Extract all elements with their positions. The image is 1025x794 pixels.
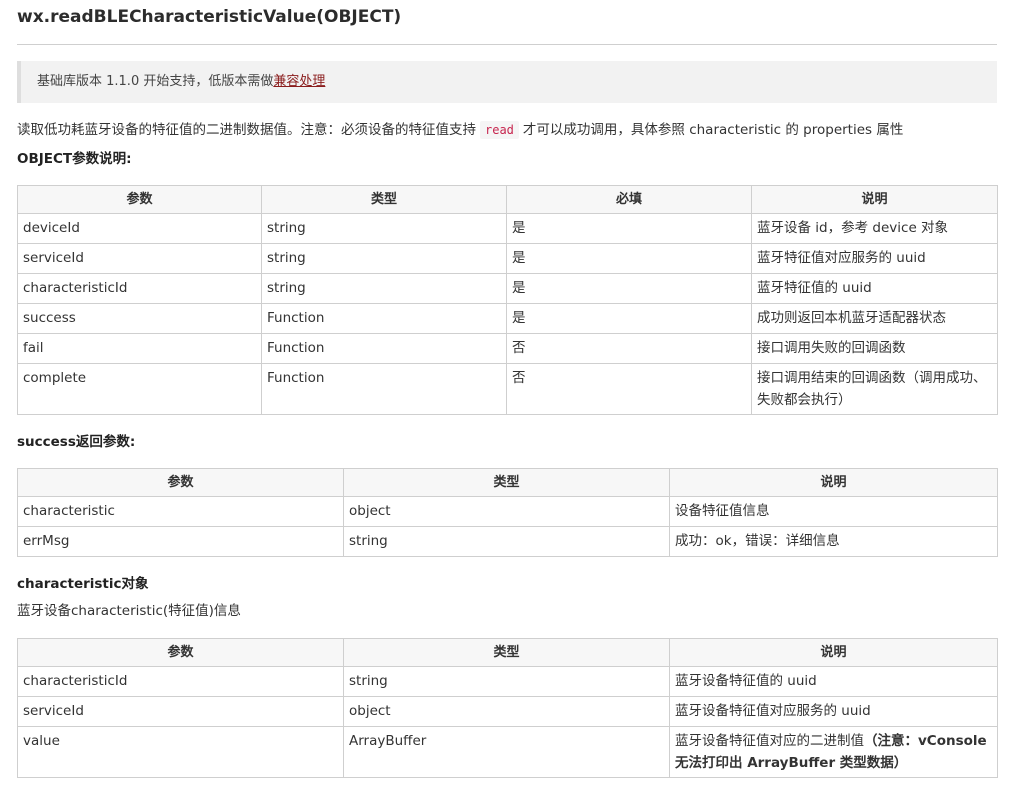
param-required: 否 <box>506 333 752 364</box>
param-description: 蓝牙设备 id，参考 device 对象 <box>751 213 998 244</box>
param-type: string <box>261 273 507 304</box>
column-header: 参数 <box>17 185 262 214</box>
characteristic-object-subtitle: 蓝牙设备characteristic(特征值)信息 <box>17 603 241 619</box>
param-description: 成功则返回本机蓝牙适配器状态 <box>751 303 998 334</box>
param-description: 成功：ok，错误：详细信息 <box>669 526 998 557</box>
param-name: characteristicId <box>17 273 262 304</box>
param-type: ArrayBuffer <box>343 726 670 778</box>
value-description: 蓝牙设备特征值对应的二进制值 <box>675 733 864 749</box>
characteristic-object-heading: characteristic对象 <box>17 576 149 592</box>
param-name: complete <box>17 363 262 415</box>
compat-link[interactable]: 兼容处理 <box>273 74 325 89</box>
param-name: serviceId <box>17 243 262 274</box>
param-required: 是 <box>506 243 752 274</box>
param-type: Function <box>261 333 507 364</box>
column-header: 类型 <box>261 185 507 214</box>
param-description: 蓝牙设备特征值对应的二进制值（注意：vConsole 无法打印出 ArrayBu… <box>669 726 998 778</box>
param-type: object <box>343 696 670 727</box>
param-description: 设备特征值信息 <box>669 496 998 527</box>
description: 读取低功耗蓝牙设备的特征值的二进制数据值。注意：必须设备的特征值支持 read 才可… <box>17 120 903 140</box>
param-name: fail <box>17 333 262 364</box>
param-description: 接口调用结束的回调函数（调用成功、失败都会执行） <box>751 363 998 415</box>
table-row: serviceId string 是 蓝牙特征值对应服务的 uuid <box>17 243 998 274</box>
param-required: 是 <box>506 273 752 304</box>
param-type: Function <box>261 363 507 415</box>
param-name: success <box>17 303 262 334</box>
success-params-heading: success返回参数: <box>17 434 136 450</box>
column-header: 说明 <box>669 468 998 497</box>
param-type: string <box>343 526 670 557</box>
param-description: 蓝牙设备特征值的 uuid <box>669 666 998 697</box>
notice-text: 基础库版本 1.1.0 开始支持，低版本需做 <box>37 74 274 89</box>
title-divider <box>17 44 997 45</box>
object-params-heading: OBJECT参数说明: <box>17 151 132 167</box>
param-description: 蓝牙设备特征值对应服务的 uuid <box>669 696 998 727</box>
param-type: object <box>343 496 670 527</box>
table-row: fail Function 否 接口调用失败的回调函数 <box>17 333 998 364</box>
success-params-table: 参数 类型 说明 characteristic object 设备特征值信息 e… <box>17 468 998 557</box>
version-notice: 基础库版本 1.1.0 开始支持，低版本需做兼容处理 <box>17 61 997 103</box>
table-row: complete Function 否 接口调用结束的回调函数（调用成功、失败都… <box>17 363 998 415</box>
param-type: Function <box>261 303 507 334</box>
table-header-row: 参数 类型 必填 说明 <box>17 185 998 214</box>
table-header-row: 参数 类型 说明 <box>17 468 998 497</box>
table-header-row: 参数 类型 说明 <box>17 638 998 667</box>
param-description: 蓝牙特征值的 uuid <box>751 273 998 304</box>
page-title: wx.readBLECharacteristicValue(OBJECT) <box>17 7 402 27</box>
description-text: 读取低功耗蓝牙设备的特征值的二进制数据值。注意：必须设备的特征值支持 <box>17 122 476 138</box>
table-row: deviceId string 是 蓝牙设备 id，参考 device 对象 <box>17 213 998 244</box>
param-name: deviceId <box>17 213 262 244</box>
inline-code-read: read <box>480 121 519 139</box>
table-row: characteristicId string 是 蓝牙特征值的 uuid <box>17 273 998 304</box>
param-name: serviceId <box>17 696 344 727</box>
column-header: 必填 <box>506 185 752 214</box>
param-required: 是 <box>506 213 752 244</box>
param-name: value <box>17 726 344 778</box>
param-description: 蓝牙特征值对应服务的 uuid <box>751 243 998 274</box>
description-text-end: 才可以成功调用，具体参照 characteristic 的 properties… <box>522 122 904 138</box>
table-row: errMsg string 成功：ok，错误：详细信息 <box>17 526 998 557</box>
column-header: 类型 <box>343 468 670 497</box>
param-type: string <box>261 243 507 274</box>
column-header: 说明 <box>751 185 998 214</box>
column-header: 参数 <box>17 468 344 497</box>
param-type: string <box>261 213 507 244</box>
param-required: 否 <box>506 363 752 415</box>
param-name: characteristic <box>17 496 344 527</box>
table-row: success Function 是 成功则返回本机蓝牙适配器状态 <box>17 303 998 334</box>
column-header: 说明 <box>669 638 998 667</box>
column-header: 类型 <box>343 638 670 667</box>
doc-page: wx.readBLECharacteristicValue(OBJECT) 基础… <box>0 0 1025 794</box>
column-header: 参数 <box>17 638 344 667</box>
param-name: characteristicId <box>17 666 344 697</box>
table-row: characteristicId string 蓝牙设备特征值的 uuid <box>17 666 998 697</box>
characteristic-object-table: 参数 类型 说明 characteristicId string 蓝牙设备特征值… <box>17 638 998 778</box>
param-name: errMsg <box>17 526 344 557</box>
param-type: string <box>343 666 670 697</box>
table-row: characteristic object 设备特征值信息 <box>17 496 998 527</box>
table-row: serviceId object 蓝牙设备特征值对应服务的 uuid <box>17 696 998 727</box>
param-required: 是 <box>506 303 752 334</box>
param-description: 接口调用失败的回调函数 <box>751 333 998 364</box>
object-params-table: 参数 类型 必填 说明 deviceId string 是 蓝牙设备 id，参考… <box>17 185 998 415</box>
table-row: value ArrayBuffer 蓝牙设备特征值对应的二进制值（注意：vCon… <box>17 726 998 778</box>
